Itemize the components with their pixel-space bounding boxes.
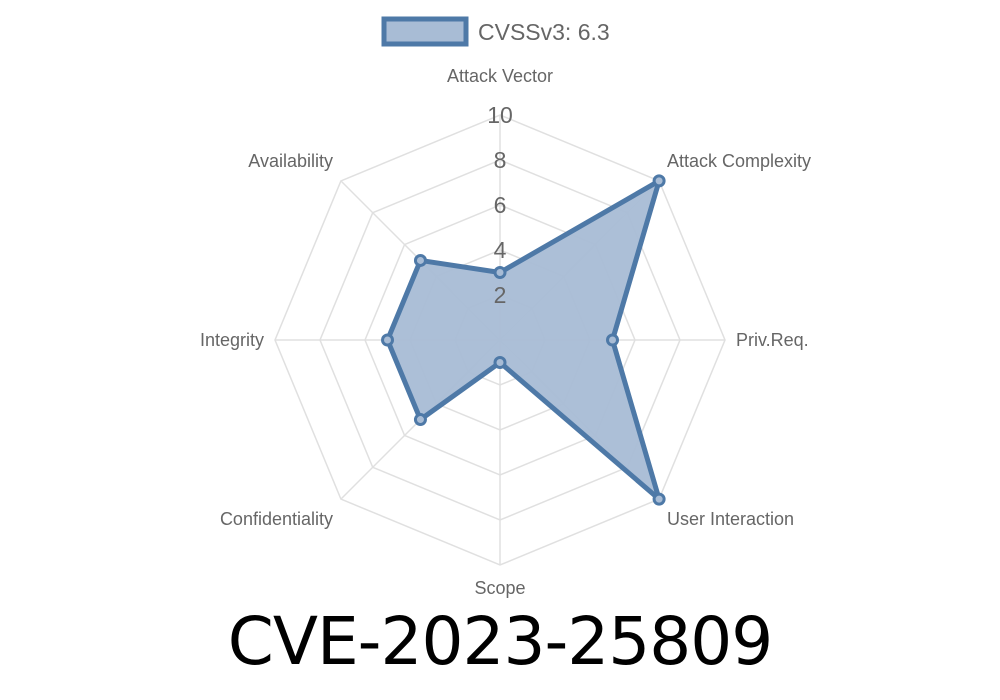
- data-point: [413, 413, 427, 427]
- legend-swatch: [381, 16, 469, 47]
- data-point: [413, 253, 427, 267]
- tick-label: 10: [487, 102, 513, 128]
- axis-label: Attack Vector: [447, 66, 553, 86]
- chart-title: CVE-2023-25809: [227, 603, 774, 680]
- axis-label: Attack Complexity: [667, 151, 811, 171]
- data-point: [652, 174, 666, 188]
- data-point: [381, 333, 394, 347]
- axis-label: Priv.Req.: [736, 330, 809, 350]
- data-point: [652, 492, 666, 506]
- data-point: [606, 333, 619, 347]
- tick-label: 4: [494, 237, 507, 263]
- legend-label: CVSSv3: 6.3: [478, 19, 610, 45]
- axis-label: Integrity: [200, 330, 264, 350]
- axis-label: Availability: [248, 151, 333, 171]
- data-point: [493, 356, 507, 369]
- axis-label: User Interaction: [667, 509, 794, 529]
- radar-chart: CVSSv3: 6.3 2 4 6 8 10 Attack Vector Attack C…: [200, 16, 811, 598]
- tick-label: 6: [494, 192, 507, 218]
- tick-label: 2: [494, 282, 507, 308]
- tick-label: 8: [494, 147, 507, 173]
- axis-label: Confidentiality: [220, 509, 333, 529]
- legend: CVSSv3: 6.3: [381, 16, 610, 47]
- axis-label: Scope: [474, 578, 525, 598]
- data-point: [493, 266, 507, 279]
